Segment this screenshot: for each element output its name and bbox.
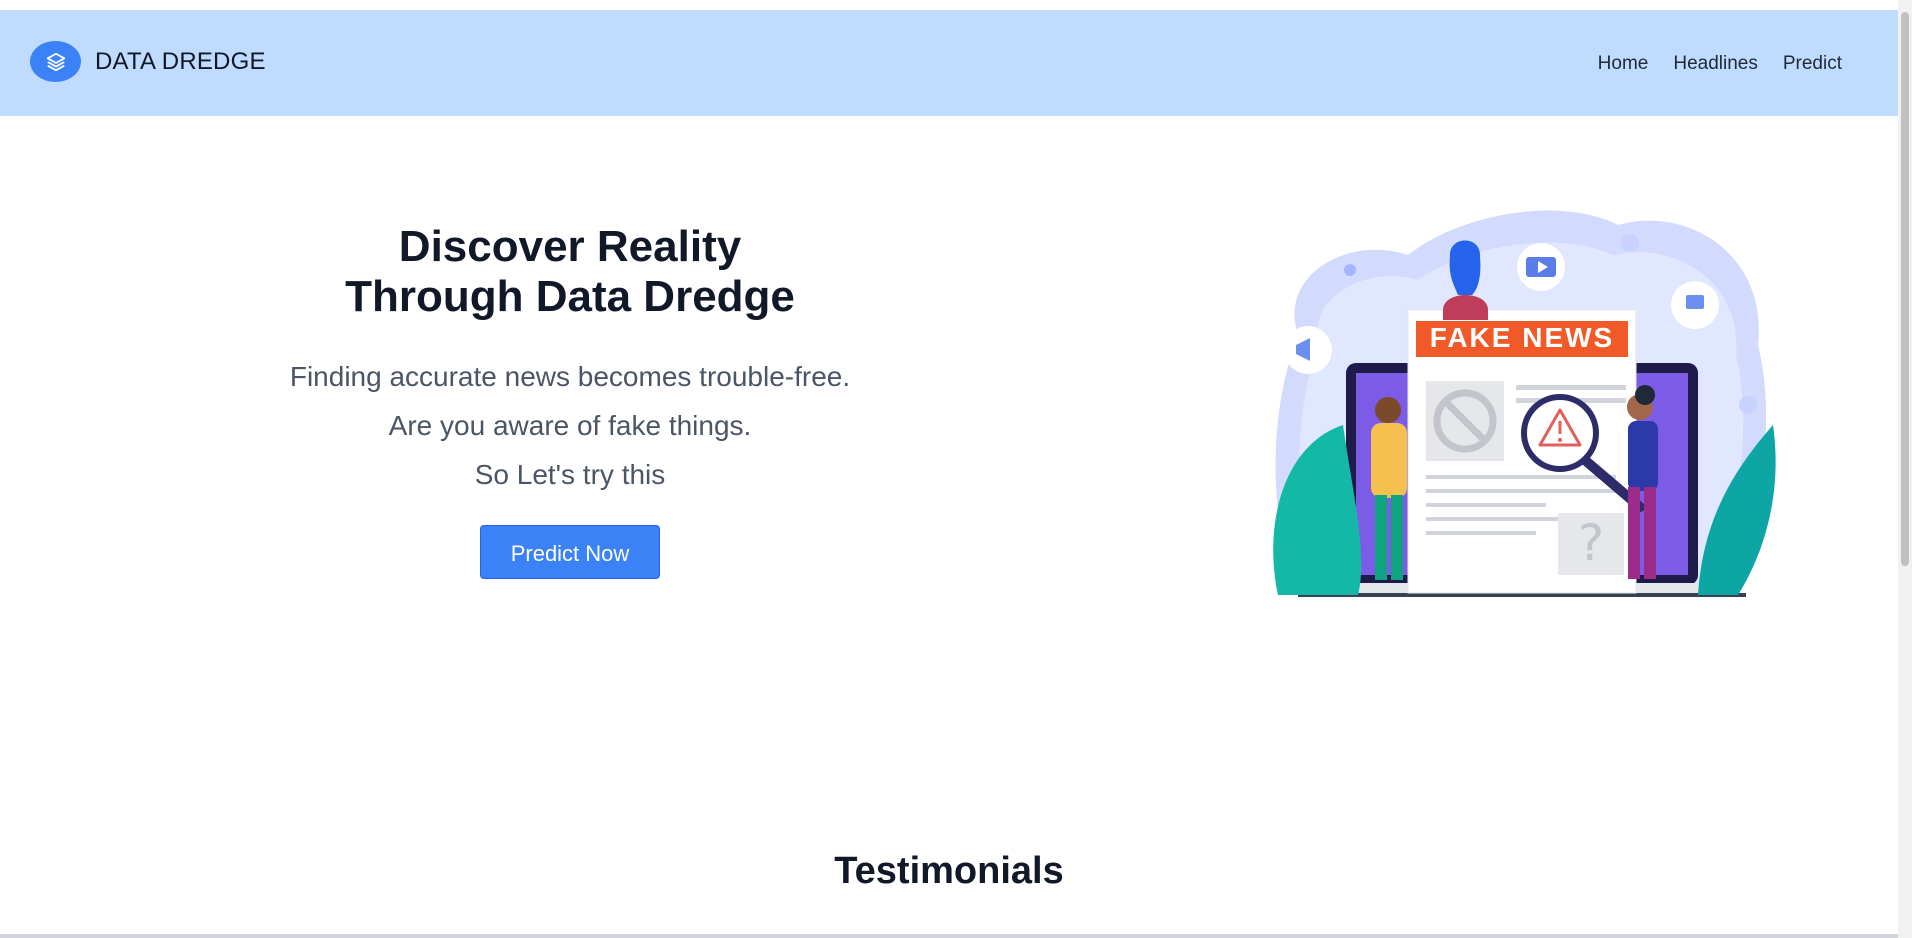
vertical-scrollbar[interactable] [1898,0,1912,938]
nav-headlines[interactable]: Headlines [1673,53,1758,75]
hero-title-line2: Through Data Dredge [345,272,795,321]
hero-title: Discover Reality Through Data Dredge [220,222,920,322]
hero-subtitle-line3: So Let's try this [474,459,666,490]
brand-name: DATA DREDGE [95,47,266,75]
hero-subtitle-line2: Are you aware of fake things. [388,410,752,441]
nav-predict[interactable]: Predict [1783,53,1842,75]
bottom-edge [0,934,1898,938]
stack-layers-icon [30,41,81,82]
window-top-strip [0,0,1912,10]
nav-home[interactable]: Home [1598,53,1649,75]
hero-section: Discover Reality Through Data Dredge Fin… [220,222,920,579]
svg-text:?: ? [1578,514,1605,572]
hero-subtitle: Finding accurate news becomes trouble-fr… [220,352,920,499]
nav-links: Home Headlines Predict [1573,53,1842,75]
fake-news-banner: FAKE NEWS [1430,322,1614,353]
navbar: DATA DREDGE Home Headlines Predict [0,10,1898,116]
predict-now-button[interactable]: Predict Now [480,525,660,579]
scrollbar-thumb[interactable] [1901,12,1909,566]
fake-news-illustration: FAKE NEWS ? [1258,195,1778,615]
hero-title-line1: Discover Reality [398,222,742,271]
brand[interactable]: DATA DREDGE [30,41,266,82]
hero-subtitle-line1: Finding accurate news becomes trouble-fr… [289,361,851,392]
testimonials-heading: Testimonials [834,849,1064,892]
